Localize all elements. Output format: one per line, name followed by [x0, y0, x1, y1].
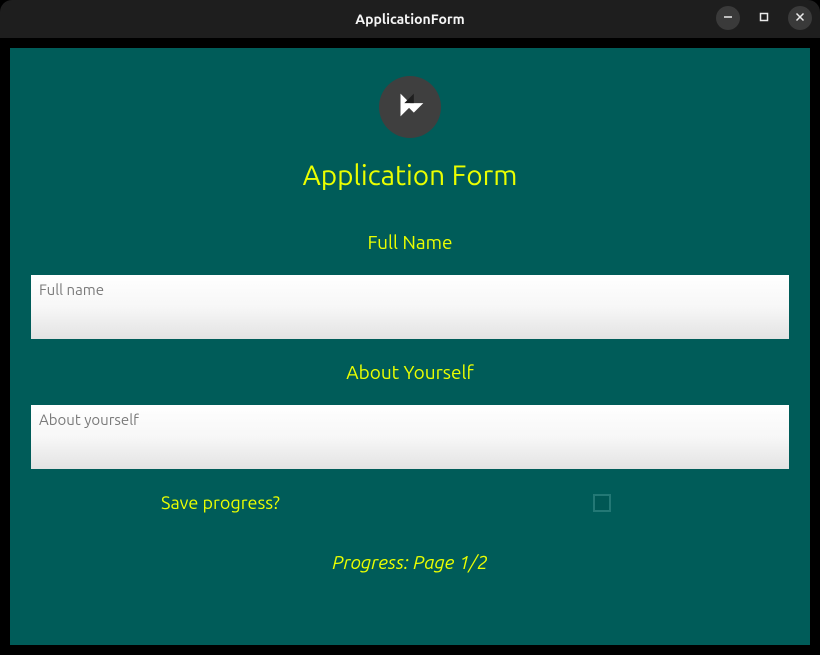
minimize-button[interactable] — [716, 6, 740, 30]
minimize-icon — [722, 9, 734, 27]
save-row: Save progress? — [31, 493, 789, 513]
maximize-icon — [758, 9, 770, 27]
window: ApplicationForm — [0, 0, 820, 655]
save-progress-checkbox[interactable] — [593, 494, 611, 512]
save-progress-label: Save progress? — [161, 493, 280, 513]
about-label: About Yourself — [346, 361, 474, 383]
window-title: ApplicationForm — [355, 11, 465, 27]
close-icon — [794, 9, 806, 27]
close-button[interactable] — [788, 6, 812, 30]
kivy-logo-icon — [391, 86, 429, 128]
form-body: Application Form Full Name About Yoursel… — [10, 48, 810, 645]
maximize-button[interactable] — [752, 6, 776, 30]
titlebar: ApplicationForm — [0, 0, 820, 38]
window-controls — [716, 6, 812, 30]
fullname-label: Full Name — [367, 231, 452, 253]
app-logo — [379, 76, 441, 138]
about-input[interactable] — [31, 405, 789, 469]
progress-indicator: Progress: Page 1/2 — [332, 551, 487, 573]
fullname-input[interactable] — [31, 275, 789, 339]
page-title: Application Form — [303, 160, 518, 191]
